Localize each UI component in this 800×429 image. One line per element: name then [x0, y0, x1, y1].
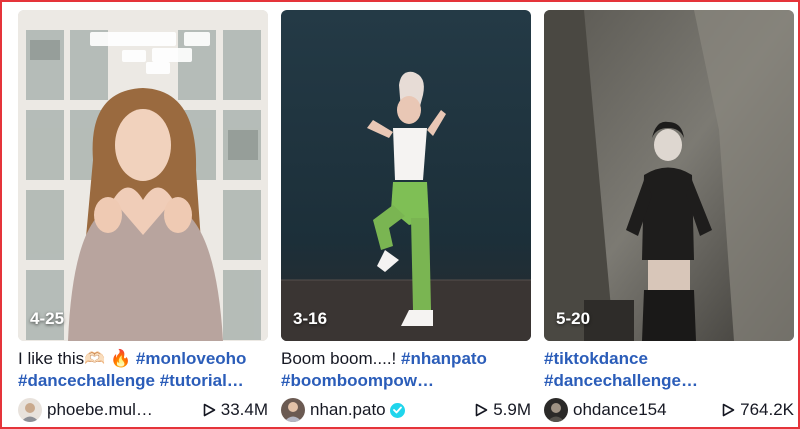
- video-caption[interactable]: Boom boom....! #nhanpato #boomboompow…: [281, 348, 531, 392]
- play-outline-icon: [475, 403, 488, 417]
- video-card[interactable]: 4-25 I like this🫶🏻 🔥 #monloveoho #dancec…: [18, 10, 268, 425]
- caption-text: Boom boom....!: [281, 349, 401, 368]
- play-outline-icon: [203, 403, 216, 417]
- video-date: 5-20: [556, 309, 591, 328]
- video-thumbnail[interactable]: 4-25: [18, 10, 268, 341]
- caption-text: I like this🫶🏻 🔥: [18, 349, 136, 368]
- video-card[interactable]: 5-20 #tiktokdance #dancechallenge… ohdan…: [544, 10, 794, 425]
- view-count: 764.2K: [722, 400, 794, 420]
- video-meta: nhan.pato 5.9M: [281, 398, 531, 422]
- video-meta: phoebe.mul… 33.4M: [18, 398, 268, 422]
- username[interactable]: phoebe.mul…: [47, 400, 153, 420]
- avatar[interactable]: [18, 398, 42, 422]
- video-thumbnail[interactable]: 5-20: [544, 10, 794, 341]
- view-count: 33.4M: [203, 400, 268, 420]
- username[interactable]: ohdance154: [573, 400, 667, 420]
- view-count: 5.9M: [475, 400, 531, 420]
- view-count-value: 764.2K: [740, 400, 794, 419]
- video-date: 3-16: [293, 309, 328, 328]
- play-outline-icon: [722, 403, 735, 417]
- caption-hashtags[interactable]: #tiktokdance #dancechallenge…: [544, 349, 698, 390]
- video-date: 4-25: [30, 309, 65, 328]
- video-caption[interactable]: #tiktokdance #dancechallenge…: [544, 348, 794, 392]
- verified-check-icon: [389, 402, 405, 418]
- video-thumbnail[interactable]: 3-16: [281, 10, 531, 341]
- video-card[interactable]: 3-16 Boom boom....! #nhanpato #boomboomp…: [281, 10, 531, 425]
- video-caption[interactable]: I like this🫶🏻 🔥 #monloveoho #dancechalle…: [18, 348, 268, 392]
- view-count-value: 33.4M: [220, 400, 268, 419]
- video-meta: ohdance154 764.2K: [544, 398, 794, 422]
- video-grid: 4-25 I like this🫶🏻 🔥 #monloveoho #dancec…: [18, 10, 794, 425]
- view-count-value: 5.9M: [493, 400, 531, 419]
- username[interactable]: nhan.pato: [310, 400, 386, 420]
- avatar[interactable]: [281, 398, 305, 422]
- avatar[interactable]: [544, 398, 568, 422]
